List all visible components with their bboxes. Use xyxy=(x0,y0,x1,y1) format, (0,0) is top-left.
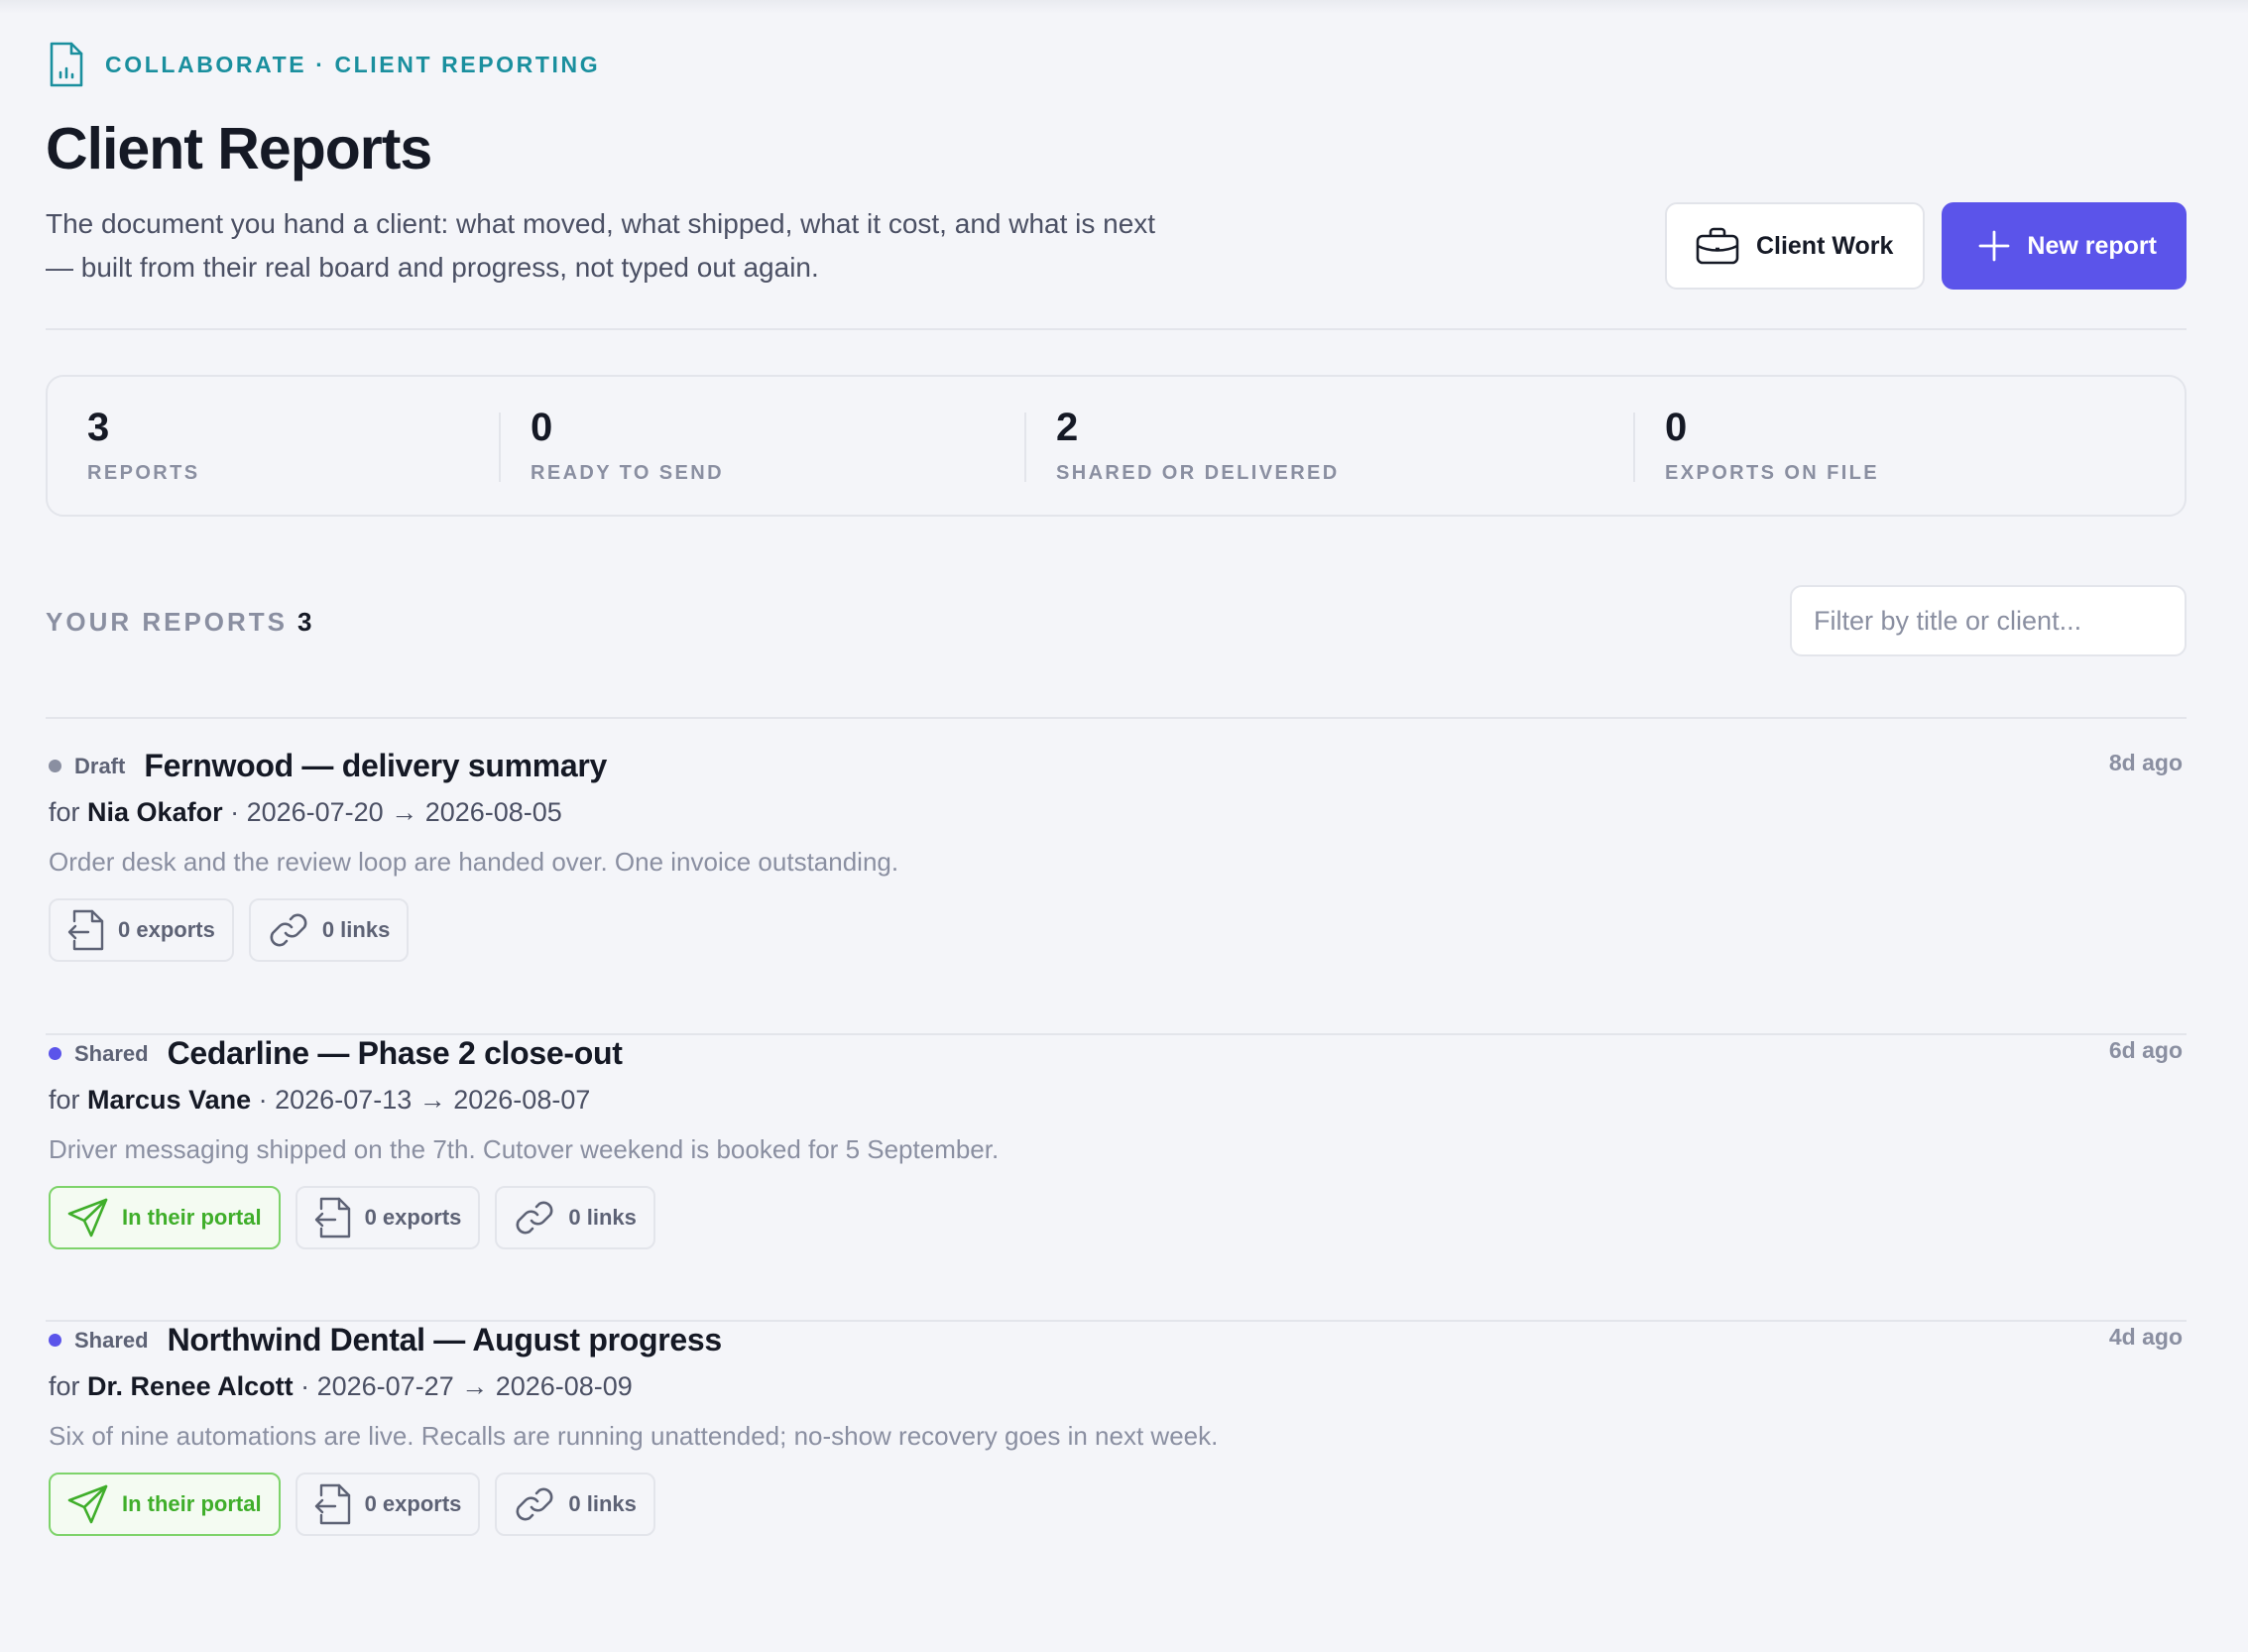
client-reports-page: COLLABORATE · CLIENT REPORTING Client Re… xyxy=(46,40,2187,1536)
report-summary: Order desk and the review loop are hande… xyxy=(49,847,899,877)
link-icon xyxy=(270,913,307,947)
links-count: 0 links xyxy=(321,917,391,942)
client-work-label: Client Work xyxy=(1755,231,1894,260)
briefcase-icon xyxy=(1696,227,1739,265)
stat-label: EXPORTS ON FILE xyxy=(1665,462,1880,484)
send-icon xyxy=(67,1484,108,1524)
export-file-icon xyxy=(314,1197,350,1239)
client-name: Nia Okafor xyxy=(87,797,223,827)
plus-icon xyxy=(1979,230,2010,262)
links-chip[interactable]: 0 links xyxy=(248,898,410,962)
report-header: Shared Cedarline — Phase 2 close-out xyxy=(49,1035,623,1072)
header-actions: Client Work New report xyxy=(1664,202,2187,290)
stat-reports: 3 REPORTS xyxy=(87,403,199,485)
stat-value: 2 xyxy=(1056,406,1079,449)
client-work-button[interactable]: Client Work xyxy=(1664,202,1926,290)
in-their-portal-chip[interactable]: In their portal xyxy=(49,1186,281,1249)
links-count: 0 links xyxy=(568,1205,637,1230)
for-prefix: for xyxy=(49,1085,80,1115)
reports-section-title: YOUR REPORTS 3 xyxy=(46,607,315,638)
list-divider xyxy=(46,717,2187,719)
date-range: · 2026-07-13 → 2026-08-07 xyxy=(258,1085,591,1115)
date-range: · 2026-07-27 → 2026-08-09 xyxy=(300,1371,633,1401)
report-title[interactable]: Northwind Dental — August progress xyxy=(168,1322,723,1358)
report-header: Shared Northwind Dental — August progres… xyxy=(49,1322,722,1358)
link-icon xyxy=(516,1201,553,1235)
report-updated-time: 8d ago xyxy=(2108,750,2183,775)
status-badge: Shared xyxy=(74,1040,149,1066)
report-summary: Six of nine automations are live. Recall… xyxy=(49,1421,1219,1451)
stat-divider xyxy=(1024,413,1026,482)
report-meta: for Nia Okafor · 2026-07-20 → 2026-08-05 xyxy=(49,797,562,828)
header-divider xyxy=(46,328,2187,330)
status-badge: Draft xyxy=(74,753,126,778)
links-count: 0 links xyxy=(568,1491,637,1516)
report-item[interactable]: Shared Northwind Dental — August progres… xyxy=(46,1322,2187,1609)
links-chip[interactable]: 0 links xyxy=(495,1473,655,1536)
stat-label: REPORTS xyxy=(87,462,200,484)
status-badge: Shared xyxy=(74,1327,149,1353)
exports-chip[interactable]: 0 exports xyxy=(295,1473,481,1536)
export-file-icon xyxy=(314,1483,350,1525)
breadcrumb-text: COLLABORATE · CLIENT REPORTING xyxy=(105,51,601,77)
status-dot xyxy=(49,1047,61,1060)
page-title: Client Reports xyxy=(46,116,432,181)
reports-count: 3 xyxy=(297,607,315,637)
exports-chip[interactable]: 0 exports xyxy=(295,1186,481,1249)
stat-divider xyxy=(499,413,501,482)
links-chip[interactable]: 0 links xyxy=(495,1186,655,1249)
report-item[interactable]: Draft Fernwood — delivery summary 8d ago… xyxy=(46,748,2187,1035)
stat-value: 0 xyxy=(1665,406,1688,449)
stats-panel: 3 REPORTS 0 READY TO SEND 2 SHARED OR DE… xyxy=(46,375,2187,517)
stat-value: 0 xyxy=(531,406,553,449)
report-chips: In their portal 0 exports 0 links xyxy=(49,1473,655,1536)
breadcrumb: COLLABORATE · CLIENT REPORTING xyxy=(46,40,2187,89)
client-name: Marcus Vane xyxy=(87,1085,252,1115)
stat-shared-or-delivered: 2 SHARED OR DELIVERED xyxy=(1056,403,1340,485)
stat-exports-on-file: 0 EXPORTS ON FILE xyxy=(1665,403,1879,485)
portal-label: In their portal xyxy=(122,1491,262,1516)
report-meta: for Marcus Vane · 2026-07-13 → 2026-08-0… xyxy=(49,1085,590,1116)
portal-label: In their portal xyxy=(122,1205,262,1230)
exports-count: 0 exports xyxy=(364,1491,462,1516)
send-icon xyxy=(67,1198,108,1238)
report-summary: Driver messaging shipped on the 7th. Cut… xyxy=(49,1134,1000,1164)
report-item[interactable]: Shared Cedarline — Phase 2 close-out 6d … xyxy=(46,1035,2187,1322)
new-report-label: New report xyxy=(2027,231,2157,260)
filter-input[interactable] xyxy=(1790,585,2187,656)
stat-divider xyxy=(1633,413,1635,482)
report-chips: 0 exports 0 links xyxy=(49,898,410,962)
stat-value: 3 xyxy=(87,406,110,449)
exports-chip[interactable]: 0 exports xyxy=(49,898,234,962)
report-chips: In their portal 0 exports 0 links xyxy=(49,1186,655,1249)
page-description: The document you hand a client: what mov… xyxy=(46,208,1156,283)
export-file-icon xyxy=(67,909,104,951)
status-dot xyxy=(49,1334,61,1347)
top-shadow xyxy=(0,0,2248,14)
stat-label: SHARED OR DELIVERED xyxy=(1056,462,1340,484)
report-title[interactable]: Fernwood — delivery summary xyxy=(144,748,607,784)
for-prefix: for xyxy=(49,797,80,827)
stat-ready-to-send: 0 READY TO SEND xyxy=(531,403,724,485)
report-title[interactable]: Cedarline — Phase 2 close-out xyxy=(168,1035,623,1072)
in-their-portal-chip[interactable]: In their portal xyxy=(49,1473,281,1536)
report-meta: for Dr. Renee Alcott · 2026-07-27 → 2026… xyxy=(49,1371,633,1402)
new-report-button[interactable]: New report xyxy=(1942,202,2187,290)
report-document-icon xyxy=(50,42,83,87)
reports-section-label: YOUR REPORTS xyxy=(46,607,289,637)
for-prefix: for xyxy=(49,1371,80,1401)
report-updated-time: 4d ago xyxy=(2108,1324,2183,1350)
stat-label: READY TO SEND xyxy=(531,462,724,484)
status-dot xyxy=(49,760,61,772)
report-header: Draft Fernwood — delivery summary xyxy=(49,748,607,784)
date-range: · 2026-07-20 → 2026-08-05 xyxy=(230,797,562,827)
exports-count: 0 exports xyxy=(364,1205,462,1230)
client-name: Dr. Renee Alcott xyxy=(87,1371,294,1401)
exports-count: 0 exports xyxy=(118,917,215,942)
report-updated-time: 6d ago xyxy=(2108,1037,2183,1063)
link-icon xyxy=(516,1487,553,1521)
